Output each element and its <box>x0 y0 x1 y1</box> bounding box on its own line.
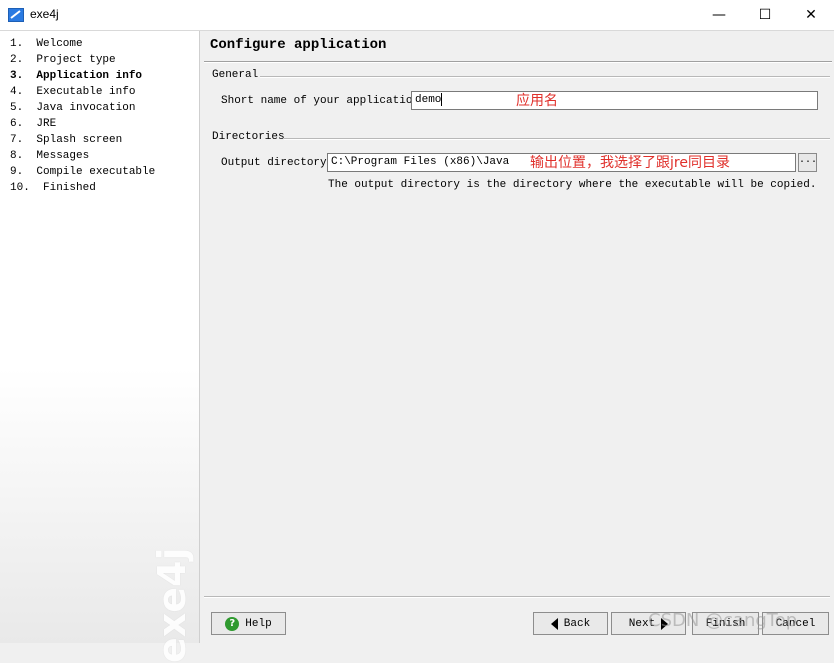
window-title: exe4j <box>30 7 59 21</box>
short-name-input[interactable]: demo <box>411 91 818 110</box>
general-section-divider <box>260 76 830 78</box>
step-java-invocation[interactable]: 5. Java invocation <box>10 100 155 116</box>
back-button[interactable]: Back <box>533 612 608 635</box>
exe4j-app-icon <box>8 8 24 22</box>
short-name-value: demo <box>415 94 442 106</box>
step-splash-screen[interactable]: 7. Splash screen <box>10 132 155 148</box>
exe4j-logo: exe4j <box>150 547 194 663</box>
step-executable-info[interactable]: 4. Executable info <box>10 84 155 100</box>
step-jre[interactable]: 6. JRE <box>10 116 155 132</box>
main-content: Configure application General Short name… <box>200 31 834 643</box>
step-project-type[interactable]: 2. Project type <box>10 52 155 68</box>
step-finished[interactable]: 10. Finished <box>10 180 155 196</box>
arrow-left-icon <box>550 617 558 630</box>
csdn-watermark: CSDN @cangTop <box>648 610 798 631</box>
help-button-label: Help <box>245 617 272 630</box>
maximize-button[interactable]: ☐ <box>742 0 788 30</box>
step-welcome[interactable]: 1. Welcome <box>10 36 155 52</box>
step-compile-executable[interactable]: 9. Compile executable <box>10 164 155 180</box>
wizard-steps-panel: 1. Welcome 2. Project type 3. Applicatio… <box>0 31 200 663</box>
step-application-info[interactable]: 3. Application info <box>10 68 155 84</box>
steps-list: 1. Welcome 2. Project type 3. Applicatio… <box>10 36 155 196</box>
directories-section-label: Directories <box>212 131 285 143</box>
step-messages[interactable]: 8. Messages <box>10 148 155 164</box>
title-divider <box>204 61 832 63</box>
help-button[interactable]: ? Help <box>211 612 286 635</box>
bottom-divider <box>204 596 830 598</box>
output-directory-label: Output directory: <box>221 157 334 169</box>
close-button[interactable]: ✕ <box>788 0 834 30</box>
minimize-button[interactable]: — <box>696 0 742 30</box>
general-section-label: General <box>212 69 259 81</box>
page-title: Configure application <box>210 37 387 53</box>
directories-section-divider <box>284 138 830 140</box>
output-directory-annotation: 输出位置，我选择了跟jre同目录 <box>530 155 730 171</box>
browse-button[interactable]: ... <box>798 153 817 172</box>
help-icon: ? <box>225 616 240 631</box>
text-caret <box>441 92 443 106</box>
short-name-label: Short name of your application: <box>221 95 426 107</box>
title-bar: exe4j — ☐ ✕ <box>0 0 834 31</box>
back-button-label: Back <box>563 617 591 630</box>
short-name-annotation: 应用名 <box>516 93 558 109</box>
output-directory-hint: The output directory is the directory wh… <box>328 179 817 191</box>
